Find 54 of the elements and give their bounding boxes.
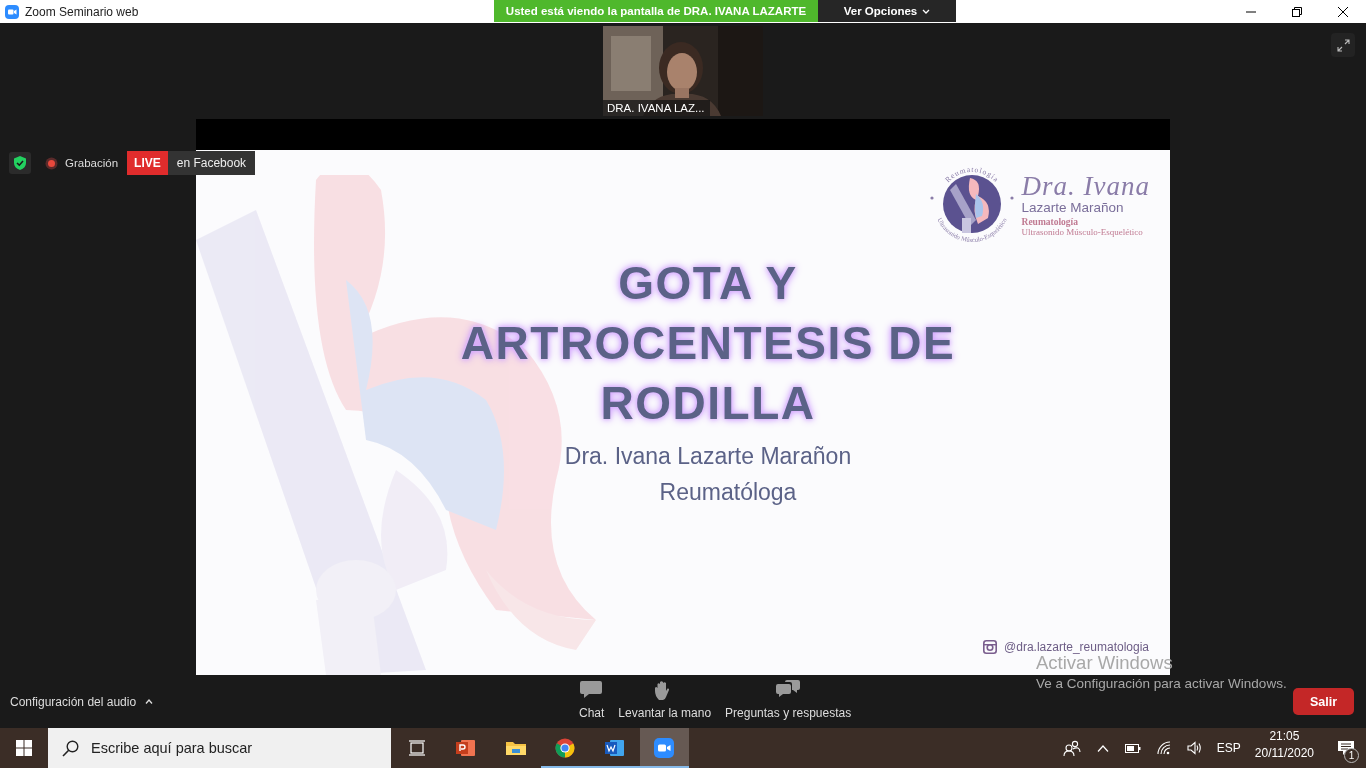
logo-script-name: Dra. Ivana — [1021, 171, 1150, 200]
notification-count: 1 — [1344, 748, 1359, 763]
input-language-button[interactable]: ESP — [1216, 728, 1241, 768]
slide-title-line: GOTA Y — [618, 256, 798, 311]
caret-down-icon — [922, 8, 931, 14]
browser-icon — [555, 738, 576, 758]
chat-bubble-icon — [579, 680, 604, 700]
slide-role: Reumatóloga — [659, 478, 797, 507]
people-icon — [1062, 740, 1081, 756]
leave-button[interactable]: Salir — [1293, 688, 1354, 715]
close-icon — [1338, 6, 1348, 17]
chat-button[interactable]: Chat — [579, 680, 605, 723]
document-app-icon — [604, 738, 625, 758]
notifications-button[interactable]: 1 — [1326, 728, 1366, 768]
caret-up-icon — [145, 699, 154, 704]
slide-author: Dra. Ivana Lazarte Marañon — [564, 442, 852, 471]
instagram-handle: @dra.lazarte_reumatologia — [1004, 640, 1149, 654]
video-camera-icon — [654, 738, 675, 758]
shield-check-icon — [14, 156, 26, 170]
audio-settings-button[interactable]: Configuración del audio — [10, 694, 579, 709]
expand-icon — [1336, 38, 1350, 52]
search-icon — [62, 739, 79, 757]
battery-icon — [1124, 743, 1141, 753]
raise-hand-button[interactable]: Levantar la mano — [618, 680, 712, 723]
logo-specialty: Reumatología — [1021, 216, 1079, 227]
instagram-icon — [983, 640, 998, 654]
security-badge[interactable] — [9, 152, 31, 174]
windows-logo-icon — [16, 740, 32, 756]
record-icon — [45, 156, 58, 170]
zoom-logo-icon — [5, 4, 19, 19]
maximize-icon — [1292, 6, 1302, 17]
speaker-icon — [1186, 741, 1203, 755]
presentation-app-icon — [456, 738, 477, 758]
clock-button[interactable]: 21:05 20/11/2020 — [1254, 728, 1314, 768]
caret-up-icon — [1096, 744, 1109, 752]
screen-share-banner: Usted está viendo la pantalla de DRA. IVANA LAZARTE — [494, 0, 818, 22]
slide-title-line: ARTROCENTESIS DE — [460, 316, 956, 371]
slide-title-line: RODILLA — [600, 376, 816, 431]
logo-surname: Lazarte Marañon — [1021, 199, 1125, 216]
recording-label: Grabación — [65, 157, 119, 169]
task-view-icon — [407, 739, 426, 757]
fullscreen-button[interactable] — [1331, 33, 1355, 57]
logo-subspecialty: Ultrasonido Músculo-Esquelético — [1021, 226, 1144, 237]
participant-name: DRA. IVANA LAZ... — [603, 100, 710, 116]
window-title: Zoom Seminario web — [25, 4, 139, 19]
live-target-label: en Facebook — [167, 151, 256, 175]
activation-message: Ve a Configuración para activar Windows. — [1036, 675, 1287, 693]
zoom-taskbar-button[interactable] — [639, 728, 689, 768]
wifi-icon — [1156, 741, 1171, 755]
speech-bubbles-icon — [776, 680, 801, 700]
live-badge: LIVE — [127, 151, 168, 175]
qa-button[interactable]: Preguntas y respuestas — [725, 680, 852, 723]
view-options-button[interactable]: Ver Opciones — [818, 0, 956, 22]
taskbar-search-field[interactable]: Escribe aquí para buscar — [48, 728, 391, 768]
